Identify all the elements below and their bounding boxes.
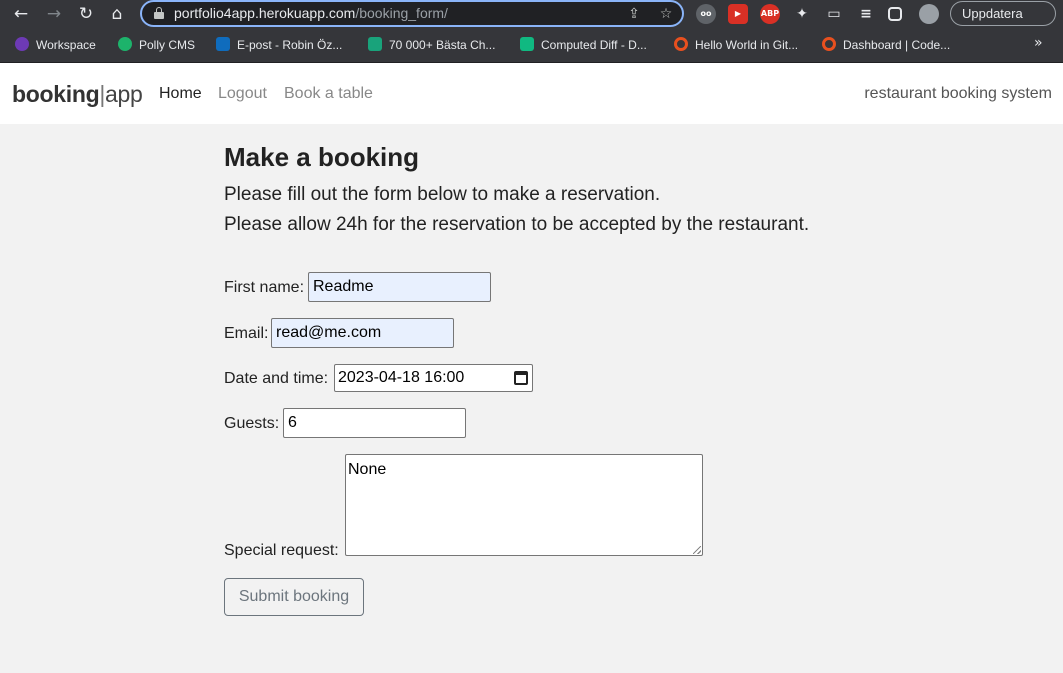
home-icon[interactable]: ⌂ — [106, 3, 128, 25]
nav-home[interactable]: Home — [159, 85, 202, 103]
brand-logo[interactable]: booking|app — [12, 81, 143, 108]
share-icon[interactable]: ⇪ — [625, 5, 643, 23]
intro-text-2: Please allow 24h for the reservation to … — [224, 214, 810, 235]
side-panel-icon[interactable] — [888, 7, 902, 21]
email-label: Email: — [224, 325, 269, 342]
submit-booking-button[interactable]: Submit booking — [224, 578, 364, 616]
bookmark-hello-world[interactable]: Hello World in Git... — [674, 37, 798, 53]
back-icon[interactable]: ← — [10, 3, 32, 25]
bookmark-basta[interactable]: 70 000+ Bästa Ch... — [368, 37, 495, 53]
lock-icon[interactable] — [154, 7, 164, 19]
bookmark-epost[interactable]: E-post - Robin Öz... — [216, 37, 342, 53]
bookmark-workspace[interactable]: Workspace — [15, 37, 96, 53]
bookmark-dashboard[interactable]: Dashboard | Code... — [822, 37, 950, 53]
bookmark-computed-diff[interactable]: Computed Diff - D... — [520, 37, 647, 53]
calendar-icon[interactable] — [514, 371, 528, 385]
datetime-value: 2023-04-18 16:00 — [338, 369, 465, 386]
outlook-icon — [216, 37, 230, 51]
booking-form: Make a booking Please fill out the form … — [224, 124, 924, 673]
guests-input[interactable]: 6 — [283, 408, 466, 438]
datetime-input[interactable]: 2023-04-18 16:00 — [334, 364, 533, 392]
star-icon[interactable]: ☆ — [657, 5, 675, 23]
date-label: Date and time: — [224, 370, 329, 387]
bookmark-polly-cms[interactable]: Polly CMS — [118, 37, 195, 53]
cast-icon[interactable]: ▭ — [824, 4, 844, 24]
extensions-puzzle-icon[interactable]: ✦ — [792, 4, 812, 24]
guests-label: Guests: — [224, 415, 280, 432]
forward-icon[interactable]: → — [43, 3, 65, 25]
chevron-double-right-icon[interactable]: » — [1034, 35, 1043, 51]
site-navbar: booking|app Home Logout Book a table res… — [0, 63, 1063, 124]
workspace-icon — [15, 37, 29, 51]
first-name-input[interactable]: Readme — [308, 272, 491, 302]
adblock-icon[interactable]: ABP — [760, 4, 780, 24]
resize-handle-icon[interactable] — [693, 546, 701, 554]
reading-list-icon[interactable]: ≡ — [856, 4, 876, 24]
extension-video-icon[interactable]: ▶ — [728, 4, 748, 24]
special-request-textarea[interactable]: None — [345, 454, 703, 556]
email-input[interactable]: read@me.com — [271, 318, 454, 348]
browser-toolbar: ← → ↻ ⌂ portfolio4app.herokuapp.com/book… — [0, 0, 1063, 28]
bookmarks-bar: Workspace Polly CMS E-post - Robin Öz...… — [0, 28, 1063, 63]
d-icon — [368, 37, 382, 51]
update-button[interactable]: Uppdatera — [950, 1, 1056, 26]
url-text[interactable]: portfolio4app.herokuapp.com/booking_form… — [174, 5, 448, 21]
special-request-value: None — [348, 461, 387, 478]
navbar-tagline: restaurant booking system — [864, 85, 1052, 102]
profile-avatar[interactable] — [919, 4, 939, 24]
reload-icon[interactable]: ↻ — [75, 3, 97, 25]
polly-icon — [118, 37, 132, 51]
address-bar[interactable]: portfolio4app.herokuapp.com/booking_form… — [140, 0, 684, 27]
extension-eyes-icon[interactable]: oo — [696, 4, 716, 24]
ring-icon — [822, 37, 836, 51]
first-name-label: First name: — [224, 279, 305, 296]
special-request-label: Special request: — [224, 542, 339, 559]
diff-icon — [520, 37, 534, 51]
nav-logout[interactable]: Logout — [218, 85, 267, 103]
page-title: Make a booking — [224, 142, 420, 172]
ring-icon — [674, 37, 688, 51]
nav-book-table[interactable]: Book a table — [284, 85, 373, 103]
intro-text-1: Please fill out the form below to make a… — [224, 184, 661, 205]
